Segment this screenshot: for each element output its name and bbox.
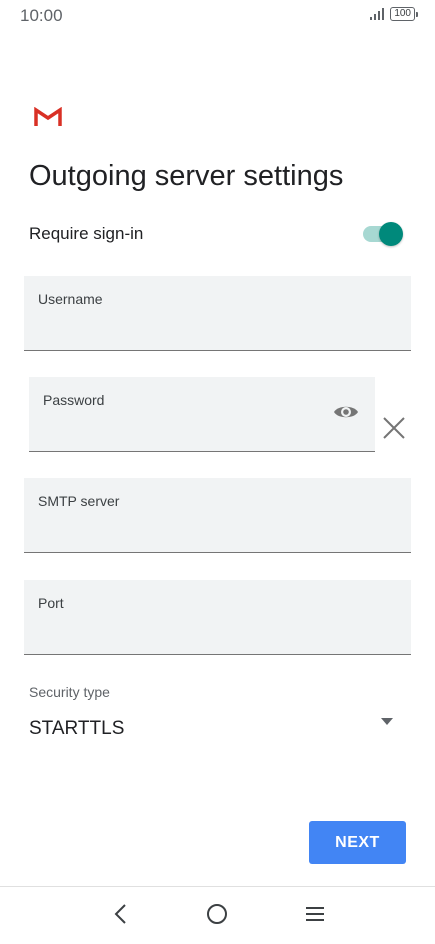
screen: 10:00 100 Outgoing server settings Requi… [0, 0, 435, 944]
port-label: Port [38, 595, 64, 611]
menu-icon[interactable] [305, 906, 325, 922]
close-icon[interactable] [382, 416, 406, 440]
home-icon[interactable] [206, 903, 228, 925]
dropdown-arrow-icon [381, 718, 393, 725]
security-type-label: Security type [29, 684, 110, 700]
require-signin-label: Require sign-in [29, 224, 144, 243]
status-icons: 100 [370, 7, 418, 21]
status-time: 10:00 [20, 6, 63, 25]
port-field[interactable]: Port [24, 580, 411, 655]
eye-icon[interactable] [333, 403, 359, 421]
security-type-dropdown[interactable]: STARTTLS [29, 708, 399, 748]
signal-icon [370, 8, 385, 20]
nav-divider [0, 886, 435, 887]
username-label: Username [38, 291, 103, 307]
smtp-server-field[interactable]: SMTP server [24, 478, 411, 553]
back-icon[interactable] [113, 903, 127, 925]
gmail-icon [34, 107, 62, 126]
username-field[interactable]: Username [24, 276, 411, 351]
next-button[interactable]: NEXT [309, 821, 406, 864]
toggle-thumb [379, 222, 403, 246]
security-type-value: STARTTLS [29, 718, 125, 739]
require-signin-toggle[interactable] [363, 222, 403, 246]
battery-icon: 100 [390, 7, 418, 21]
password-label: Password [43, 392, 105, 408]
battery-level: 100 [394, 8, 411, 19]
page-title: Outgoing server settings [29, 160, 344, 192]
smtp-server-label: SMTP server [38, 493, 120, 509]
password-field[interactable]: Password [29, 377, 375, 452]
